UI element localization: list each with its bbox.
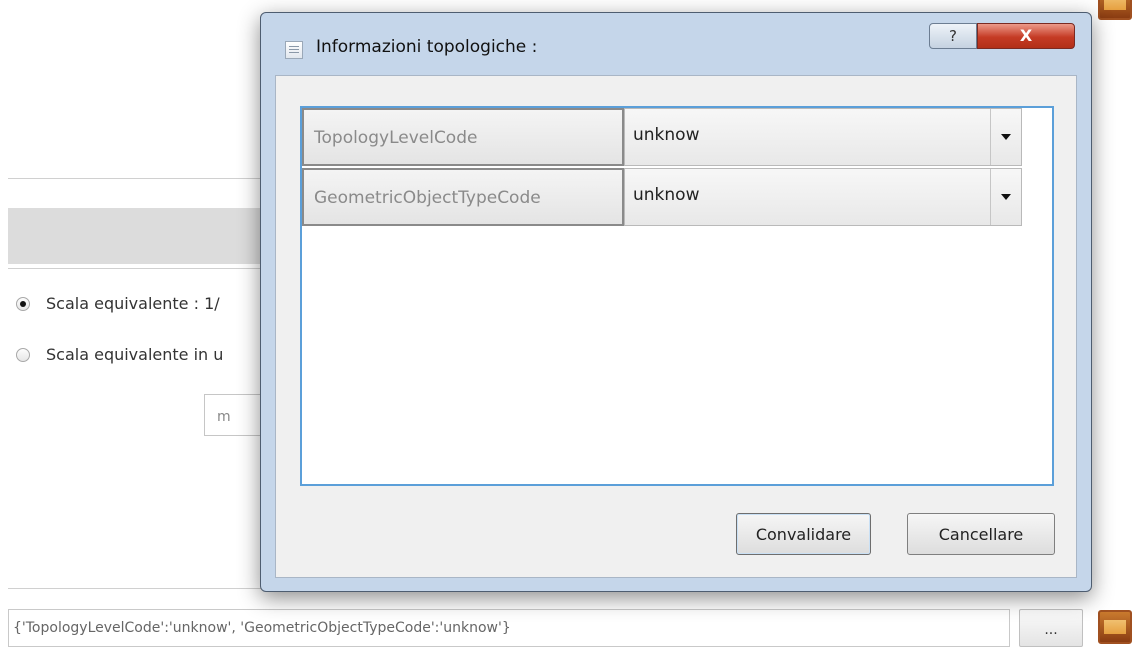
help-button[interactable]: ? <box>929 23 977 49</box>
chevron-down-icon[interactable] <box>990 169 1021 225</box>
select-value: unknow <box>633 125 700 145</box>
geometric-object-type-select[interactable]: unknow <box>624 168 1022 226</box>
document-icon <box>285 41 303 59</box>
map-icon[interactable] <box>1098 610 1132 644</box>
separator-bottom <box>8 588 264 589</box>
select-value: unknow <box>633 185 700 205</box>
grid-row-geometric-object-type: GeometricObjectTypeCode unknow <box>302 168 1022 226</box>
row-label: TopologyLevelCode <box>302 108 624 166</box>
dialog-body: TopologyLevelCode unknow GeometricObject… <box>275 75 1077 578</box>
browse-button[interactable]: ... <box>1019 609 1083 647</box>
properties-grid: TopologyLevelCode unknow GeometricObject… <box>300 106 1054 486</box>
scale-option-equivalent[interactable]: Scala equivalente : 1/ <box>16 294 220 313</box>
grid-row-topology-level: TopologyLevelCode unknow <box>302 108 1022 166</box>
separator-top <box>8 178 264 179</box>
dialog-title: Informazioni topologiche : <box>316 37 538 57</box>
row-label: GeometricObjectTypeCode <box>302 168 624 226</box>
topology-info-field[interactable]: {'TopologyLevelCode':'unknow', 'Geometri… <box>8 609 1010 647</box>
chevron-down-icon[interactable] <box>990 109 1021 165</box>
topology-info-dialog: Informazioni topologiche : ? X TopologyL… <box>260 12 1092 592</box>
cancel-button[interactable]: Cancellare <box>907 513 1055 555</box>
close-button[interactable]: X <box>977 23 1075 49</box>
scale-option-equivalent-units[interactable]: Scala equivalente in u <box>16 345 223 364</box>
validate-button[interactable]: Convalidare <box>736 513 871 555</box>
radio-button-unchecked[interactable] <box>16 347 30 362</box>
scale-option-label: Scala equivalente : 1/ <box>46 294 220 313</box>
topology-level-select[interactable]: unknow <box>624 108 1022 166</box>
separator-mid <box>8 268 264 269</box>
map-icon[interactable] <box>1098 0 1132 20</box>
radio-button-checked[interactable] <box>16 296 30 311</box>
scale-option-label: Scala equivalente in u <box>46 345 224 364</box>
